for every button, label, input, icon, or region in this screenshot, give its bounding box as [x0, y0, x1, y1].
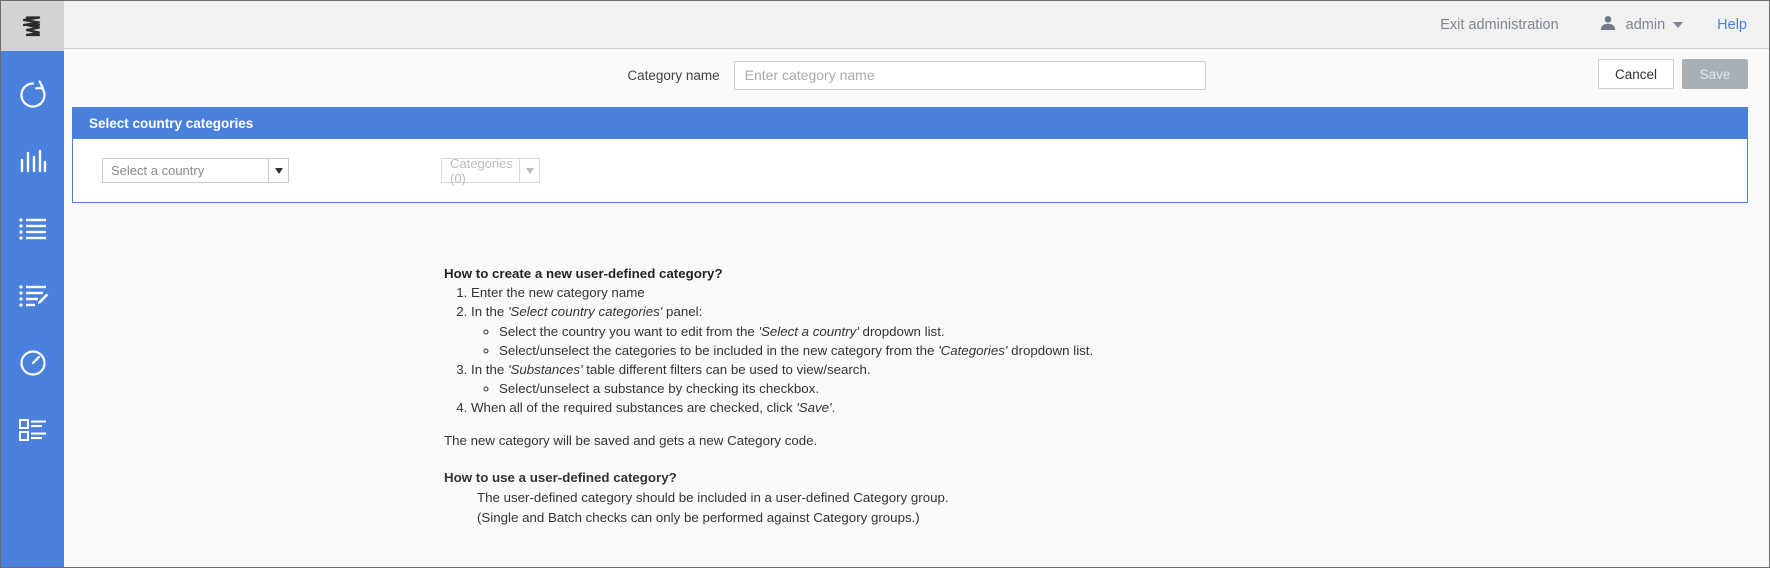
instruction-step-3-sub-1: Select/unselect a substance by checking … — [499, 380, 1769, 398]
instruction-step-4-text-b: . — [832, 400, 836, 415]
sidebar-item-statistics[interactable] — [1, 128, 64, 195]
sidebar-item-refresh[interactable] — [1, 61, 64, 128]
user-menu-label: admin — [1626, 17, 1666, 33]
instruction-step-3-text-a: In the — [471, 362, 508, 377]
sidebar-item-history[interactable] — [1, 329, 64, 396]
top-header: Exit administration admin Help — [64, 1, 1769, 49]
instructions-saved-note: The new category will be saved and gets … — [444, 432, 1769, 450]
instruction-step-1-text: Enter the new category name — [471, 285, 645, 300]
app-logo-icon — [16, 9, 50, 43]
instructions-block: How to create a new user-defined categor… — [64, 265, 1769, 527]
country-select-value[interactable]: Select a country — [102, 158, 268, 183]
instruction-step-3: In the 'Substances' table different filt… — [471, 361, 1769, 398]
user-menu[interactable]: admin — [1599, 14, 1684, 36]
instruction-step-4-text-a: When all of the required substances are … — [471, 400, 796, 415]
country-select-toggle[interactable] — [268, 158, 289, 183]
select-country-categories-panel: Select country categories Select a count… — [72, 107, 1748, 203]
instruction-step-2: In the 'Select country categories' panel… — [471, 303, 1769, 360]
category-name-row: Category name Cancel Save — [64, 49, 1769, 101]
categories-select-toggle[interactable] — [519, 158, 540, 183]
list-icon — [16, 214, 50, 244]
instruction-step-2-sub-1-emphasis: 'Select a country' — [758, 324, 858, 339]
instruction-step-2-text-a: In the — [471, 304, 508, 319]
category-name-group: Category name — [64, 49, 1769, 101]
list-boxes-icon — [16, 415, 50, 445]
instructions-heading-use: How to use a user-defined category? — [444, 469, 1769, 487]
help-link[interactable]: Help — [1717, 17, 1747, 33]
chevron-down-icon — [1673, 22, 1683, 28]
instructions-steps: Enter the new category name In the 'Sele… — [444, 284, 1769, 417]
instruction-step-2-sub-1-text-b: dropdown list. — [859, 324, 945, 339]
instruction-step-2-text-b: panel: — [662, 304, 702, 319]
panel-body: Select a country Categories (0) — [73, 139, 1747, 202]
refresh-circle-icon — [16, 78, 50, 112]
cancel-button[interactable]: Cancel — [1598, 59, 1674, 89]
panel-title: Select country categories — [73, 108, 1747, 139]
instruction-step-2-substeps: Select the country you want to edit from… — [471, 323, 1769, 360]
main-content: Category name Cancel Save Select country… — [64, 49, 1769, 567]
bar-chart-icon — [16, 146, 50, 178]
instruction-step-4-emphasis: 'Save' — [796, 400, 831, 415]
app-logo[interactable] — [1, 1, 64, 51]
category-name-label: Category name — [627, 68, 719, 83]
instruction-step-4: When all of the required substances are … — [471, 399, 1769, 417]
country-select[interactable]: Select a country — [102, 158, 289, 183]
category-name-input[interactable] — [734, 61, 1206, 90]
instructions-heading-create: How to create a new user-defined categor… — [444, 265, 1769, 283]
instruction-step-3-emphasis: 'Substances' — [508, 362, 583, 377]
sidebar-nav — [1, 51, 64, 463]
instruction-step-2-sub-1-text-a: Select the country you want to edit from… — [499, 324, 758, 339]
instruction-step-2-sub-2: Select/unselect the categories to be inc… — [499, 342, 1769, 360]
instructions-use-line-1: The user-defined category should be incl… — [444, 489, 1769, 507]
sidebar-item-list[interactable] — [1, 195, 64, 262]
instruction-step-2-sub-2-text-a: Select/unselect the categories to be inc… — [499, 343, 938, 358]
list-edit-icon — [16, 281, 50, 311]
action-buttons: Cancel Save — [1598, 59, 1748, 89]
instruction-step-2-sub-2-emphasis: 'Categories' — [938, 343, 1007, 358]
clock-icon — [16, 346, 50, 380]
categories-select[interactable]: Categories (0) — [441, 158, 540, 183]
instruction-step-2-sub-2-text-b: dropdown list. — [1007, 343, 1093, 358]
instruction-step-2-sub-1: Select the country you want to edit from… — [499, 323, 1769, 341]
categories-select-value[interactable]: Categories (0) — [441, 158, 519, 183]
sidebar — [1, 1, 64, 567]
instruction-step-1: Enter the new category name — [471, 284, 1769, 302]
person-icon — [1599, 14, 1617, 36]
chevron-down-icon — [526, 168, 534, 174]
application-window: Exit administration admin Help Category … — [0, 0, 1770, 568]
save-button[interactable]: Save — [1682, 59, 1748, 89]
instructions-use-line-2: (Single and Batch checks can only be per… — [444, 509, 1769, 527]
sidebar-item-list-edit[interactable] — [1, 262, 64, 329]
exit-administration-link[interactable]: Exit administration — [1440, 17, 1558, 33]
instruction-step-2-emphasis: 'Select country categories' — [508, 304, 662, 319]
chevron-down-icon — [275, 168, 283, 174]
instruction-step-3-sub-1-text: Select/unselect a substance by checking … — [499, 381, 819, 396]
instruction-step-3-substeps: Select/unselect a substance by checking … — [471, 380, 1769, 398]
sidebar-item-categories[interactable] — [1, 396, 64, 463]
instruction-step-3-text-b: table different filters can be used to v… — [583, 362, 871, 377]
